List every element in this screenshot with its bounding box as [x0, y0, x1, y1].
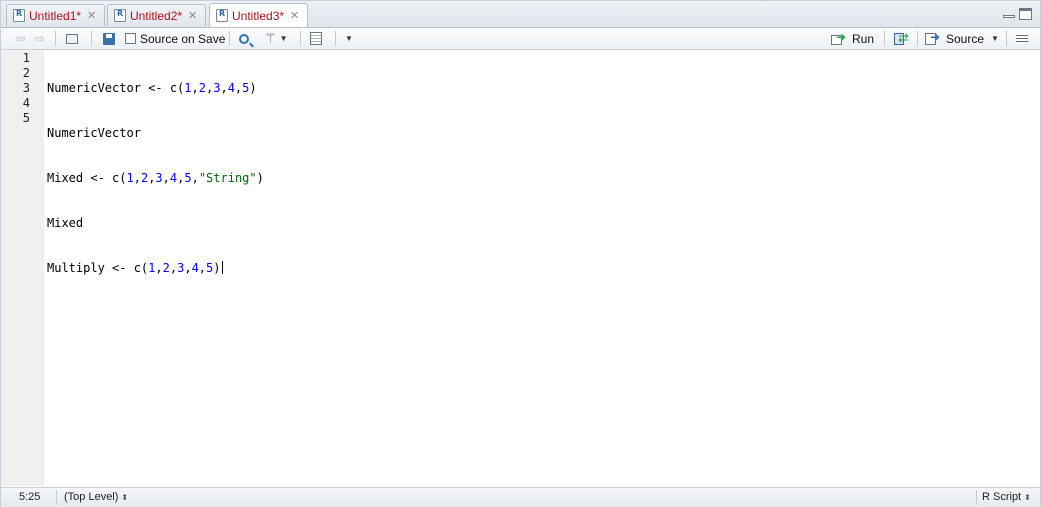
run-icon: [831, 30, 847, 45]
maximize-icon[interactable]: [1019, 8, 1032, 20]
line-number: 1: [22, 51, 30, 65]
rerun-button[interactable]: [894, 30, 912, 47]
toolbar-divider: [300, 31, 301, 46]
updown-icon: ⬍: [1024, 493, 1031, 502]
close-icon[interactable]: ✕: [188, 9, 197, 22]
source-on-save-label: Source on Save: [140, 31, 226, 46]
source-on-save-checkbox[interactable]: [125, 33, 136, 44]
chevron-down-icon: ▼: [279, 34, 288, 43]
tab-label: Untitled1*: [29, 8, 82, 23]
r-file-icon: [114, 9, 126, 22]
code-line[interactable]: Mixed <- c(1,2,3,4,5,"String"): [47, 171, 264, 186]
toolbar-divider: [1006, 31, 1007, 46]
tab-label: Untitled3*: [232, 8, 285, 23]
save-icon: [103, 32, 115, 45]
show-in-window-button[interactable]: [66, 30, 78, 47]
popout-icon: [66, 33, 78, 44]
chevron-down-icon: ▼: [345, 34, 353, 43]
notebook-icon: [310, 32, 322, 45]
scope-label: (Top Level): [64, 491, 119, 503]
toolbar-divider: [229, 31, 230, 46]
status-bar: 5:25 (Top Level) ⬍ R Script ⬍: [1, 487, 1040, 507]
save-button[interactable]: [103, 30, 115, 47]
code-editor[interactable]: NumericVector <- c(1,2,3,4,5) NumericVec…: [47, 51, 264, 306]
file-type-selector[interactable]: R Script ⬍: [982, 491, 1031, 503]
code-line-text: Mixed: [47, 216, 84, 230]
line-number: 5: [22, 111, 30, 125]
search-icon: [239, 33, 249, 44]
code-line-text: NumericVector: [47, 126, 141, 140]
forward-arrow-icon: ⇨: [34, 30, 45, 46]
magic-wand-icon: ⚚: [264, 30, 277, 46]
outline-icon: [1016, 33, 1028, 44]
run-button[interactable]: Run: [831, 30, 874, 47]
rerun-icon: [894, 30, 912, 46]
code-line-text: Multiply <- c(1,2,3,4,5): [47, 261, 221, 275]
back-arrow-icon: ⇦: [15, 30, 26, 46]
status-divider: [56, 490, 57, 505]
find-replace-button[interactable]: [239, 30, 249, 47]
text-cursor: [221, 261, 223, 274]
tab-label: Untitled2*: [130, 8, 183, 23]
toolbar-divider: [55, 31, 56, 46]
line-number: 4: [22, 96, 30, 110]
close-icon[interactable]: ✕: [290, 9, 299, 22]
code-line[interactable]: Multiply <- c(1,2,3,4,5): [47, 261, 264, 276]
scope-selector[interactable]: (Top Level) ⬍: [64, 491, 128, 503]
compile-notebook-button[interactable]: [310, 30, 322, 47]
tab-bar: Untitled1* ✕ Untitled2* ✕ Untitled3* ✕: [1, 1, 1040, 28]
r-file-icon: [216, 9, 228, 22]
file-type-label: R Script: [982, 491, 1022, 503]
code-line[interactable]: Mixed: [47, 216, 264, 231]
document-outline-button[interactable]: [1016, 30, 1028, 47]
chevron-down-icon: ▼: [991, 34, 999, 43]
more-menu-button[interactable]: ▼: [345, 30, 353, 47]
line-number: 2: [22, 66, 30, 80]
source-options-dropdown[interactable]: ▼: [991, 30, 999, 47]
toolbar-divider: [91, 31, 92, 46]
toolbar-divider: [884, 31, 885, 46]
tab-untitled1[interactable]: Untitled1* ✕: [6, 4, 105, 26]
close-icon[interactable]: ✕: [87, 9, 96, 22]
code-line[interactable]: NumericVector <- c(1,2,3,4,5): [47, 81, 264, 96]
cursor-position: 5:25: [19, 491, 41, 503]
source-icon: [925, 30, 941, 45]
updown-icon: ⬍: [121, 493, 129, 502]
minimize-icon[interactable]: [1003, 8, 1015, 20]
back-button[interactable]: ⇦: [15, 30, 26, 47]
status-divider: [976, 490, 977, 505]
forward-button[interactable]: ⇨: [34, 30, 45, 47]
toolbar-divider: [917, 31, 918, 46]
source-label: Source: [946, 31, 985, 46]
editor-toolbar: ⇦ ⇨ Source on Save ⚚ ▼ ▼ Run Sour: [1, 28, 1040, 50]
window-controls: [1003, 8, 1032, 20]
line-number: 3: [22, 81, 30, 95]
source-button[interactable]: Source: [925, 30, 984, 47]
r-file-icon: [13, 9, 25, 22]
run-label: Run: [852, 31, 875, 46]
tab-untitled2[interactable]: Untitled2* ✕: [107, 4, 206, 26]
toolbar-divider: [335, 31, 336, 46]
code-line-text: Mixed <- c(1,2,3,4,5,"String"): [47, 171, 264, 185]
code-tools-button[interactable]: ⚚ ▼: [264, 30, 287, 47]
tab-untitled3[interactable]: Untitled3* ✕: [209, 3, 308, 27]
source-editor-pane: Untitled1* ✕ Untitled2* ✕ Untitled3* ✕ ⇦…: [0, 0, 1041, 507]
code-line[interactable]: NumericVector: [47, 126, 264, 141]
line-number-gutter: 1 2 3 4 5: [1, 50, 44, 486]
code-line-text: NumericVector <- c(1,2,3,4,5): [47, 81, 257, 95]
source-on-save-toggle[interactable]: Source on Save: [125, 30, 225, 47]
